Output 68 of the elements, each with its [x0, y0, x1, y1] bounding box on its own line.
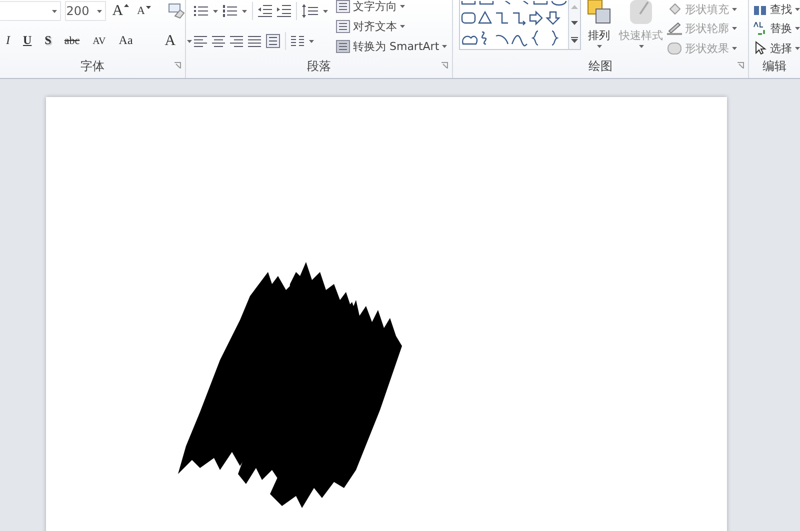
editing-command[interactable]: 查找: [753, 0, 800, 20]
scroll-down-icon[interactable]: [571, 21, 578, 25]
columns-icon[interactable]: [291, 36, 304, 46]
group-label: 字体: [80, 58, 104, 74]
editing-command[interactable]: 替换: [753, 19, 800, 39]
align-icon[interactable]: [248, 36, 261, 46]
cursor-icon: [753, 41, 767, 56]
group-label: 段落: [307, 58, 332, 74]
caret-icon: [323, 10, 328, 12]
caret-icon: [795, 46, 800, 50]
group-label: 编辑: [762, 58, 786, 74]
decrease-indent-icon[interactable]: [258, 5, 272, 17]
text-box-icon: [336, 0, 350, 12]
caret-icon: [186, 40, 192, 42]
up-caret-icon: [124, 4, 130, 7]
format-button[interactable]: U: [21, 34, 34, 48]
caret-icon: [795, 8, 800, 12]
shrink-font-button[interactable]: A: [135, 4, 153, 18]
format-button[interactable]: AV: [90, 36, 108, 46]
caret-icon: [146, 6, 151, 9]
align-icon[interactable]: [230, 36, 243, 46]
paragraph-command[interactable]: 对齐文本: [336, 16, 448, 36]
line-spacing-icon[interactable]: [302, 4, 318, 18]
group-label: 绘图: [588, 58, 613, 74]
dialog-launcher-icon[interactable]: [441, 62, 448, 69]
caret-icon: [732, 46, 738, 50]
text-box-icon: [336, 20, 350, 32]
effects-icon: [667, 42, 682, 55]
increase-indent-icon[interactable]: [277, 5, 291, 17]
paragraph-command[interactable]: 转换为 SmartArt: [336, 36, 448, 56]
caret-icon: [795, 27, 800, 30]
numbered-list-icon[interactable]: [223, 5, 237, 17]
distributed-align-icon[interactable]: [266, 34, 280, 48]
caret-icon: [97, 10, 102, 12]
format-button[interactable]: I: [4, 34, 12, 48]
eraser-icon[interactable]: [167, 3, 185, 19]
caret-icon: [732, 8, 738, 12]
replace-icon: [753, 22, 767, 36]
shapes-gallery[interactable]: [459, 0, 582, 50]
format-button[interactable]: abc: [62, 34, 82, 48]
caret-icon: [638, 45, 644, 48]
font-color-button[interactable]: A: [162, 32, 178, 50]
caret-icon: [596, 45, 602, 48]
format-button[interactable]: Aa: [116, 34, 135, 48]
pencil-icon: [667, 22, 682, 36]
format-button[interactable]: S: [42, 34, 54, 48]
arrange-button[interactable]: 排列: [584, 0, 614, 58]
text-box-icon: [336, 40, 350, 52]
align-icon[interactable]: [212, 36, 225, 46]
bullet-list-icon[interactable]: [194, 5, 208, 17]
paragraph-command[interactable]: 文字方向: [336, 0, 448, 16]
caret-icon: [309, 40, 314, 42]
caret-icon: [400, 4, 405, 8]
caret-icon: [732, 27, 738, 30]
editing-command[interactable]: 选择: [753, 38, 800, 58]
align-icon[interactable]: [194, 36, 207, 46]
font-name-field[interactable]: [0, 1, 62, 21]
caret-icon: [442, 44, 448, 48]
more-icon[interactable]: [571, 37, 578, 43]
grow-font-button[interactable]: A: [110, 2, 132, 20]
caret-icon: [213, 10, 218, 12]
caret-icon: [242, 10, 247, 12]
dialog-launcher-icon[interactable]: [174, 62, 181, 69]
arrange-icon: [586, 0, 612, 26]
font-size-field[interactable]: 200: [65, 1, 106, 21]
dialog-launcher-icon[interactable]: [737, 62, 744, 69]
caret-icon: [400, 24, 405, 28]
caret-icon: [52, 10, 58, 12]
